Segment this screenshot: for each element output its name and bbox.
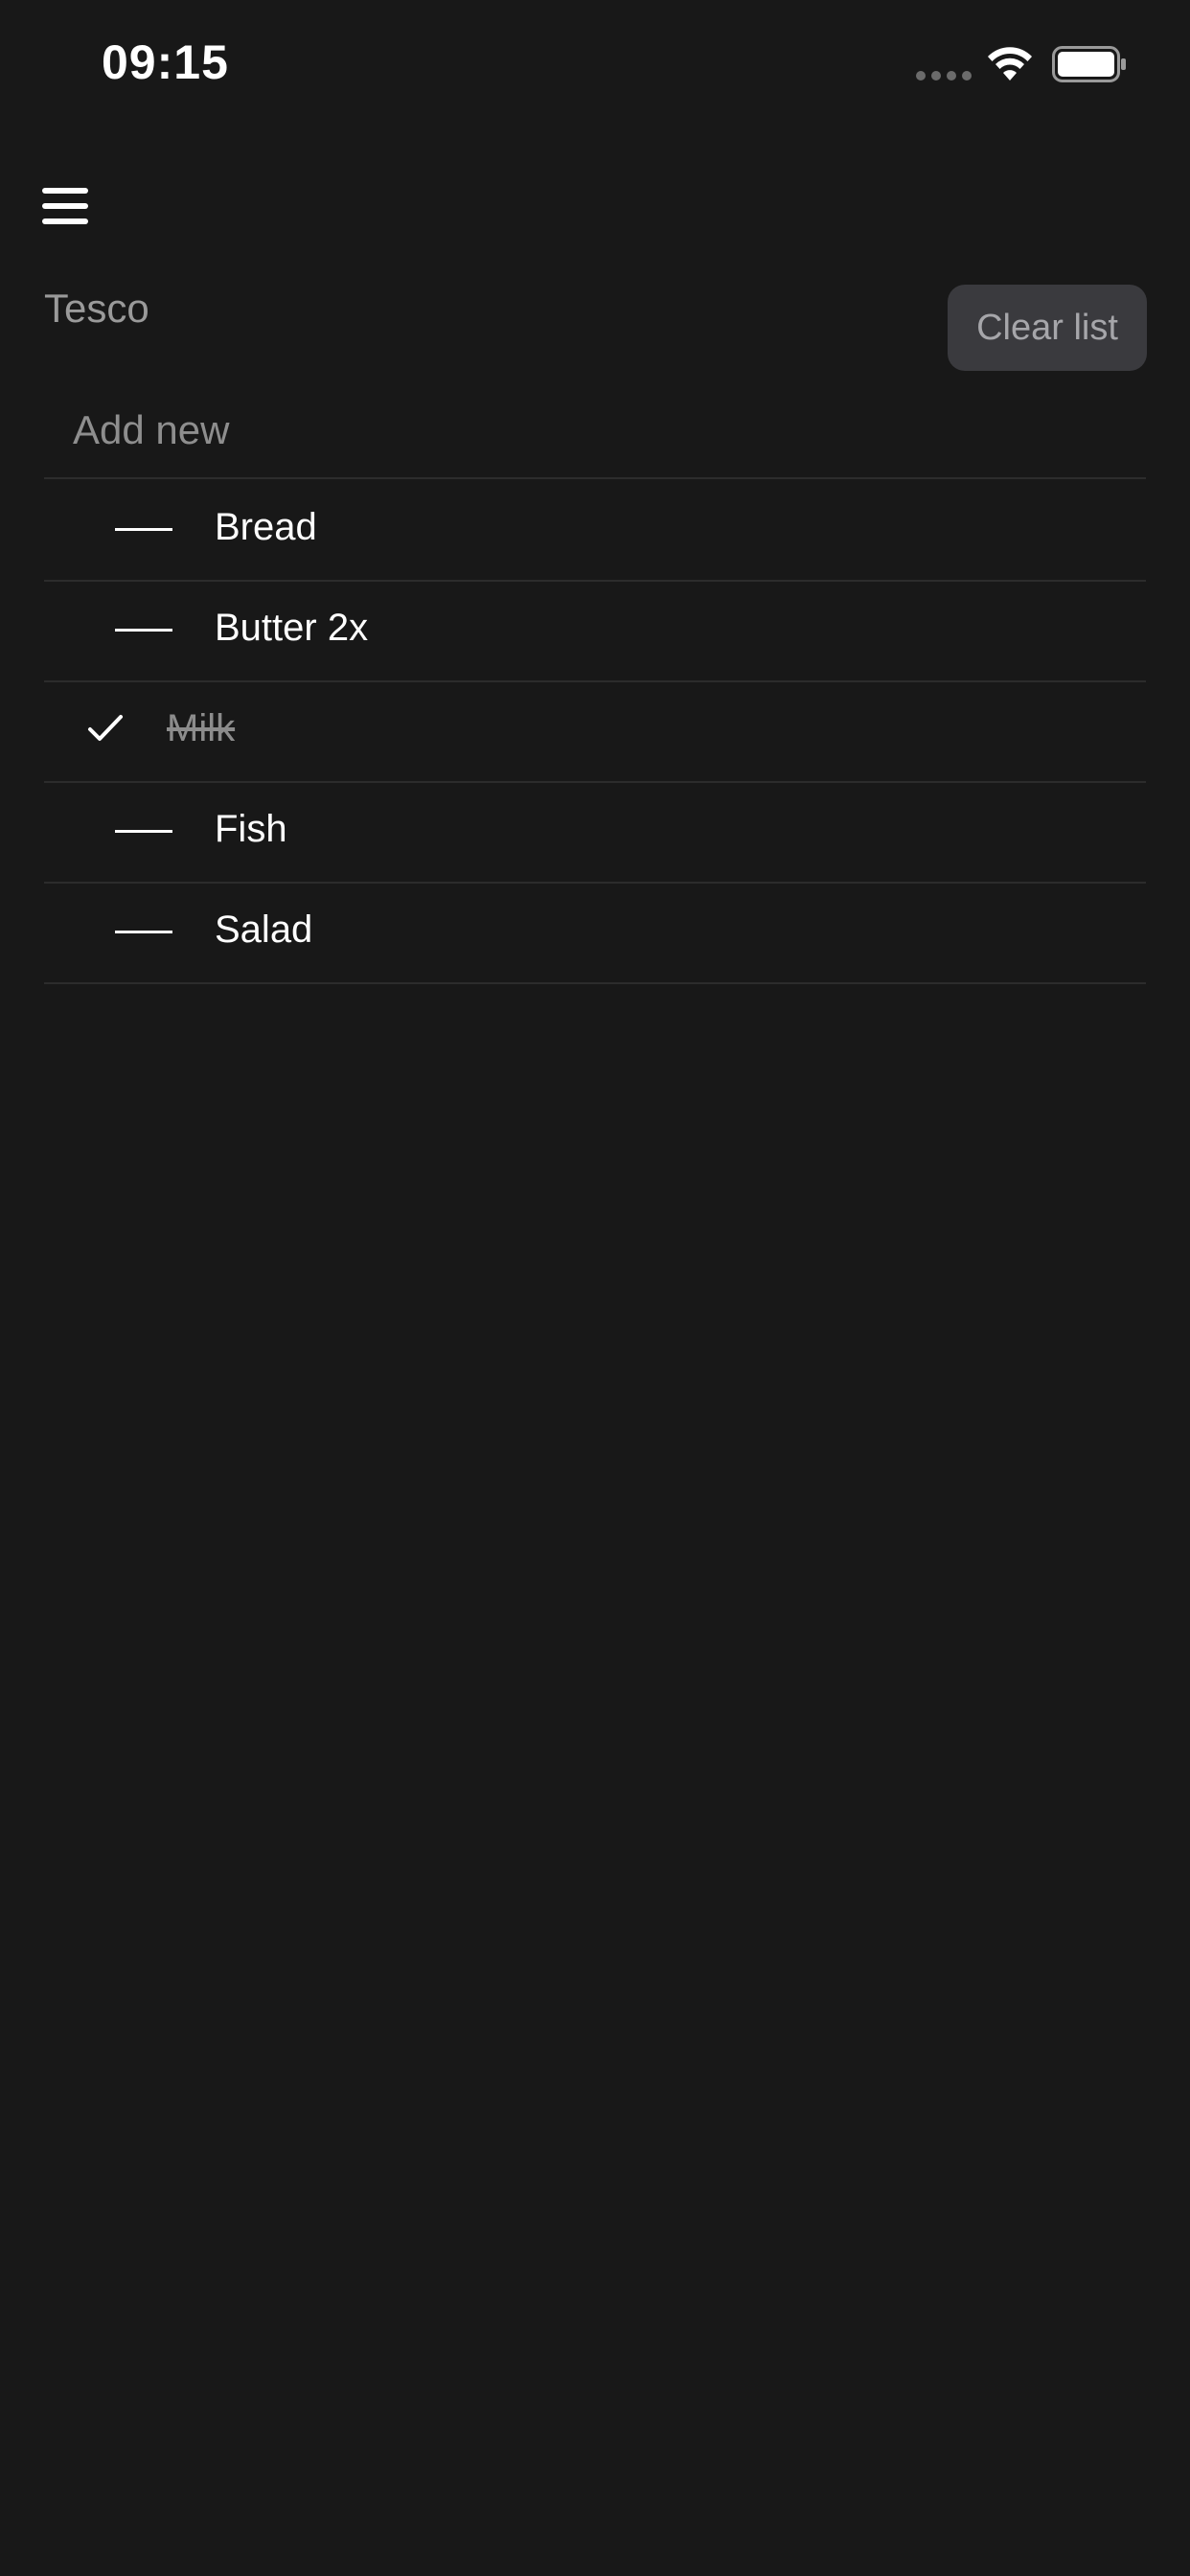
item-label: Bread	[215, 506, 317, 548]
item-label: Fish	[215, 808, 287, 850]
add-new-input[interactable]	[44, 383, 1146, 479]
clear-list-button[interactable]: Clear list	[948, 285, 1147, 371]
item-label: Butter 2x	[215, 607, 369, 649]
hamburger-menu-icon[interactable]	[42, 188, 90, 230]
dash-icon	[115, 931, 172, 933]
battery-icon	[1052, 46, 1126, 82]
item-label: Milk	[167, 707, 236, 749]
list-item[interactable]: Bread	[44, 481, 1146, 582]
dash-icon	[115, 629, 172, 632]
dash-icon	[115, 830, 172, 833]
cellular-signal-icon	[916, 71, 972, 80]
wifi-icon	[988, 47, 1032, 80]
list-item[interactable]: Fish	[44, 783, 1146, 884]
shopping-list: Bread Butter 2x Milk Fish Salad	[44, 481, 1146, 984]
list-item[interactable]: Butter 2x	[44, 582, 1146, 682]
status-bar: 09:15	[0, 0, 1190, 134]
dash-icon	[115, 528, 172, 531]
list-title: Tesco	[44, 286, 149, 331]
status-time: 09:15	[102, 35, 229, 89]
list-item[interactable]: Salad	[44, 884, 1146, 984]
item-label: Salad	[215, 908, 313, 951]
list-item[interactable]: Milk	[44, 682, 1146, 783]
checkmark-icon	[88, 715, 123, 741]
